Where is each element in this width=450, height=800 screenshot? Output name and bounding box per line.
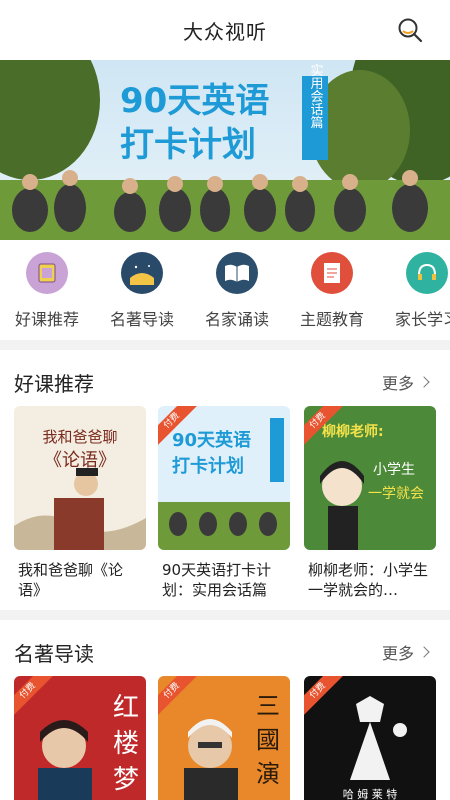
category-item-mingjia[interactable]: 名家诵读 (190, 252, 284, 330)
document-icon (311, 252, 353, 294)
course-title: 我和爸爸聊《论语》 (18, 561, 124, 599)
category-item-zhuti[interactable]: 主题教育 (285, 252, 379, 330)
banner-side: 实用会话篇 (308, 64, 324, 129)
svg-text:《论语》: 《论语》 (44, 450, 116, 471)
svg-text:哈 姆 莱 特: 哈 姆 莱 特 (343, 787, 398, 800)
category-nav: 好课推荐 名著导读 名家诵读 主题教育 家长学习 (0, 240, 450, 340)
more-label: 更多 (381, 374, 414, 393)
book-icon (26, 252, 68, 294)
svg-text:一学就会: 一学就会 (368, 486, 424, 502)
headset-icon (406, 252, 448, 294)
more-link[interactable]: 更多 (381, 640, 430, 664)
course-card[interactable]: 我和爸爸聊 《论语》 我和爸爸聊《论语》 (14, 406, 146, 600)
more-label: 更多 (381, 644, 414, 663)
category-item-haoke[interactable]: 好课推荐 (0, 252, 94, 330)
svg-text:國: 國 (256, 726, 280, 754)
book-card[interactable]: 哈 姆 莱 特 付费 (304, 676, 436, 800)
category-label: 名著导读 (109, 310, 174, 329)
section-recommended: 好课推荐 更多 我和爸爸聊 《论语》 我和爸爸聊《论语》 90天英语 打卡计划 (0, 350, 450, 610)
more-link[interactable]: 更多 (381, 370, 430, 394)
course-card[interactable]: 90天英语 打卡计划 付费 90天英语打卡计划：实用会话篇 (158, 406, 290, 600)
course-cover: 90天英语 打卡计划 付费 (158, 406, 290, 550)
banner-line1: 90天英语 (120, 81, 269, 121)
category-item-jiazhang[interactable]: 家长学习 (380, 252, 450, 330)
open-book-icon (216, 252, 258, 294)
svg-text:小学生: 小学生 (373, 462, 415, 478)
course-card[interactable]: 柳柳老师: 小学生 一学就会 付费 柳柳老师：小学生一学就会的… (304, 406, 436, 600)
course-cover: 柳柳老师: 小学生 一学就会 付费 (304, 406, 436, 550)
section-classics: 名著导读 更多 红 楼 梦 付费 三 國 演 付费 哈 姆 莱 特 付费 (0, 620, 450, 800)
section-title: 名著导读 (14, 642, 94, 666)
search-icon[interactable] (396, 16, 424, 44)
svg-text:梦: 梦 (113, 765, 139, 795)
svg-text:我和爸爸聊: 我和爸爸聊 (42, 428, 117, 446)
page-title: 大众视听 (183, 19, 267, 44)
category-label: 好课推荐 (14, 310, 79, 329)
course-cover: 我和爸爸聊 《论语》 (14, 406, 146, 550)
book-cover: 三 國 演 付费 (158, 676, 290, 800)
banner-carousel[interactable]: 90天英语 打卡计划 实用会话篇 (0, 60, 450, 240)
app-header: 大众视听 (0, 0, 450, 60)
book-cover: 哈 姆 莱 特 付费 (304, 676, 436, 800)
category-item-mingzhu[interactable]: 名著导读 (95, 252, 189, 330)
section-title: 好课推荐 (14, 372, 94, 396)
book-card[interactable]: 三 國 演 付费 (158, 676, 290, 800)
svg-text:演: 演 (256, 760, 280, 788)
book-card[interactable]: 红 楼 梦 付费 (14, 676, 146, 800)
category-label: 主题教育 (299, 310, 364, 329)
svg-text:90天英语: 90天英语 (172, 429, 251, 451)
svg-text:楼: 楼 (113, 729, 139, 759)
course-title: 柳柳老师：小学生一学就会的… (308, 561, 429, 599)
svg-text:红: 红 (113, 693, 139, 723)
moon-icon (121, 252, 163, 294)
svg-text:三: 三 (256, 692, 280, 720)
svg-text:柳柳老师:: 柳柳老师: (322, 423, 384, 440)
book-cover: 红 楼 梦 付费 (14, 676, 146, 800)
chevron-right-icon (418, 376, 430, 388)
category-label: 名家诵读 (204, 310, 269, 329)
category-label: 家长学习 (394, 310, 450, 329)
svg-text:打卡计划: 打卡计划 (172, 455, 244, 477)
chevron-right-icon (418, 646, 430, 658)
banner-line2: 打卡计划 (120, 125, 256, 165)
course-title: 90天英语打卡计划：实用会话篇 (162, 561, 272, 599)
